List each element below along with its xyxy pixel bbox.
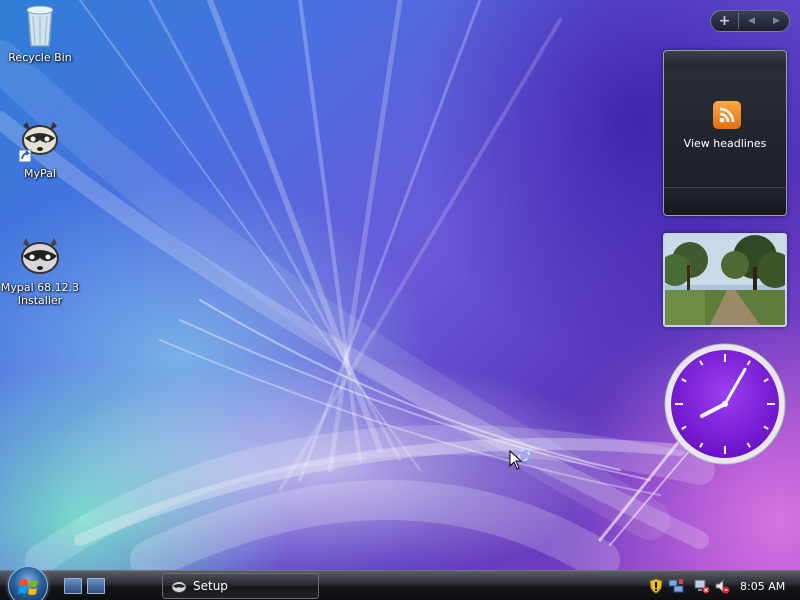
- desktop-icon-mypal-installer[interactable]: Mypal 68.12.3 Installer: [0, 236, 80, 307]
- next-page-button[interactable]: ▶: [764, 16, 789, 26]
- add-gadget-button[interactable]: +: [711, 13, 739, 29]
- clock-face: [664, 343, 786, 465]
- volume-muted-icon[interactable]: [714, 578, 730, 594]
- sidebar-controls: + ◀ ▶: [710, 10, 790, 32]
- view-headlines-link[interactable]: View headlines: [664, 137, 786, 150]
- desktop-icon-recycle-bin[interactable]: Recycle Bin: [0, 2, 80, 64]
- windows-logo-icon: [18, 579, 38, 595]
- network-icon[interactable]: [668, 578, 684, 594]
- system-tray: 8:05 AM: [648, 574, 800, 598]
- start-button[interactable]: [8, 566, 48, 600]
- gadget-header: [664, 51, 786, 67]
- clock-time[interactable]: 8:05 AM: [740, 580, 785, 593]
- task-label: Setup: [193, 579, 228, 593]
- clock-gadget[interactable]: [663, 342, 787, 466]
- mouse-cursor-busy-icon: [509, 450, 530, 470]
- desktop-icon-mypal[interactable]: MyPal: [0, 118, 80, 180]
- icon-label: Recycle Bin: [8, 51, 72, 64]
- gadget-footer: [664, 187, 786, 215]
- raccoon-installer-icon: [21, 238, 59, 274]
- recycle-bin-icon: [26, 5, 54, 47]
- desktop[interactable]: Recycle Bin MyPal Mypal 68.12.3 Installe…: [0, 0, 800, 570]
- feed-headlines-gadget[interactable]: View headlines: [663, 50, 787, 216]
- icon-label: Mypal 68.12.3 Installer: [0, 281, 80, 307]
- taskbar: Setup 8:05 AM: [0, 566, 800, 600]
- rss-icon: [713, 101, 741, 129]
- raccoon-shortcut-icon: [18, 122, 58, 163]
- security-shield-icon[interactable]: [648, 578, 664, 594]
- taskbar-button-setup[interactable]: Setup: [162, 573, 319, 599]
- icon-label: MyPal: [24, 167, 56, 180]
- slideshow-gadget[interactable]: [663, 233, 787, 327]
- network-disconnected-icon[interactable]: [694, 578, 710, 594]
- show-desktop-icon[interactable]: [64, 578, 82, 594]
- raccoon-setup-icon: [171, 581, 187, 593]
- photo-forest-path: [665, 235, 785, 325]
- previous-page-button[interactable]: ◀: [739, 16, 764, 26]
- switch-windows-icon[interactable]: [87, 578, 105, 594]
